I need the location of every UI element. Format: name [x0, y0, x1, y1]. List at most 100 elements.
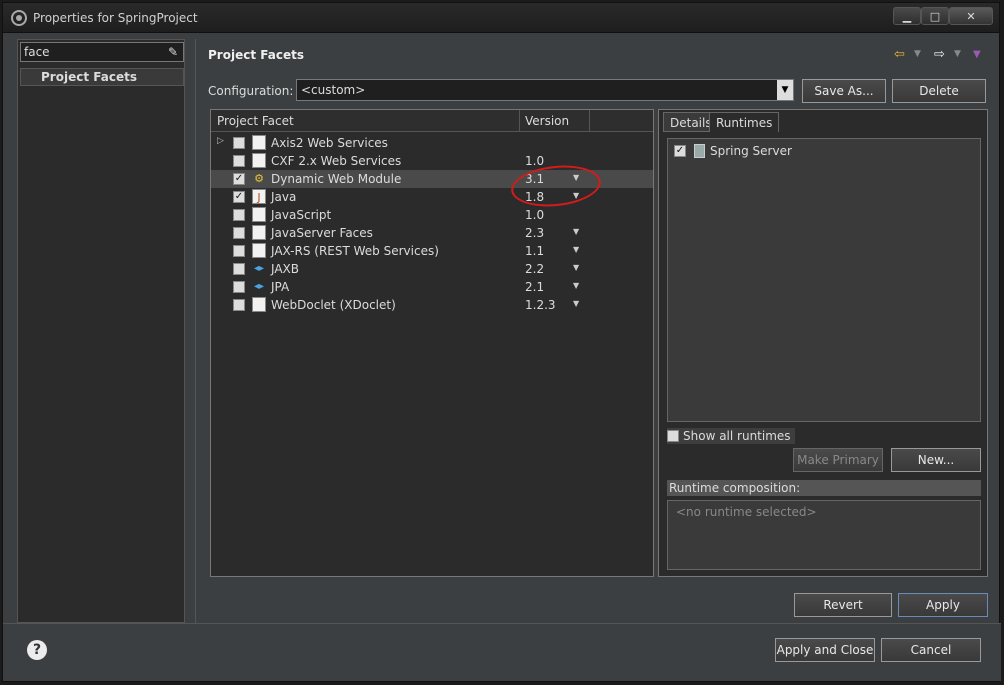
facet-name: JAXB — [271, 262, 299, 276]
show-all-checkbox[interactable] — [667, 430, 679, 442]
table-row[interactable]: CXF 2.x Web Services 1.0 — [211, 152, 653, 170]
back-arrow-icon[interactable]: ⇦ — [894, 47, 905, 62]
filter-value: face — [24, 45, 50, 59]
facet-version: 1.1 — [525, 244, 545, 258]
table-row[interactable]: ◂▸ JAXB 2.2 ▼ — [211, 260, 653, 278]
facet-name: CXF 2.x Web Services — [271, 154, 402, 168]
page-icon — [252, 225, 266, 240]
runtime-composition-label: Runtime composition: — [667, 480, 981, 496]
table-row[interactable]: ▷ Axis2 Web Services — [211, 134, 653, 152]
server-icon — [694, 144, 705, 158]
apply-button[interactable]: Apply — [898, 593, 988, 617]
maximize-button[interactable]: □ — [921, 7, 949, 25]
table-row[interactable]: WebDoclet (XDoclet) 1.2.3 ▼ — [211, 296, 653, 314]
column-header-facet[interactable]: Project Facet — [217, 114, 294, 128]
new-runtime-button[interactable]: New... — [891, 448, 981, 472]
main-panel: Project Facets ⇦ ▼ ⇨ ▼ ▼ Configuration: … — [195, 39, 996, 623]
make-primary-button[interactable]: Make Primary — [793, 448, 883, 472]
page-icon — [252, 207, 266, 222]
facet-checkbox[interactable] — [233, 227, 245, 239]
facet-version: 1.0 — [525, 154, 545, 168]
chevron-down-icon[interactable]: ▼ — [777, 80, 793, 100]
table-row[interactable]: JavaServer Faces 2.3 ▼ — [211, 224, 653, 242]
facet-name: Java — [271, 190, 297, 204]
window-title: Properties for SpringProject — [33, 11, 198, 25]
minimize-button[interactable]: ▁ — [893, 7, 921, 25]
forward-arrow-icon[interactable]: ⇨ — [934, 47, 945, 62]
version-dropdown-icon[interactable]: ▼ — [573, 299, 579, 308]
page-title: Project Facets — [208, 48, 304, 62]
show-all-label: Show all runtimes — [683, 429, 791, 443]
table-header: Project Facet Version — [211, 110, 653, 132]
facet-name: Axis2 Web Services — [271, 136, 388, 150]
facet-checkbox[interactable] — [233, 155, 245, 167]
help-icon[interactable]: ? — [27, 640, 47, 660]
facet-name: JavaScript — [271, 208, 332, 222]
delete-button[interactable]: Delete — [892, 79, 986, 103]
arrows-icon: ◂▸ — [253, 281, 265, 292]
apply-and-close-button[interactable]: Apply and Close — [775, 638, 875, 662]
facet-checkbox[interactable]: ✓ — [233, 191, 245, 203]
runtime-panel: Details Runtimes ✓ Spring Server Show al… — [658, 109, 988, 577]
facet-version: 1.0 — [525, 208, 545, 222]
save-as-button[interactable]: Save As... — [802, 79, 886, 103]
configuration-label: Configuration: — [208, 84, 294, 98]
sidebar-item-project-facets[interactable]: Project Facets — [20, 68, 184, 86]
show-all-runtimes[interactable]: Show all runtimes — [667, 428, 795, 444]
version-dropdown-icon[interactable]: ▼ — [573, 281, 579, 290]
java-icon: J — [252, 189, 266, 204]
runtime-label: Spring Server — [710, 144, 792, 158]
clear-filter-icon[interactable]: ✎ — [165, 44, 181, 60]
expand-icon[interactable]: ▷ — [217, 136, 224, 146]
facet-checkbox[interactable] — [233, 263, 245, 275]
table-row[interactable]: ◂▸ JPA 2.1 ▼ — [211, 278, 653, 296]
version-dropdown-icon[interactable]: ▼ — [573, 263, 579, 272]
page-icon — [252, 297, 266, 312]
page-icon — [252, 135, 266, 150]
facet-checkbox[interactable]: ✓ — [233, 173, 245, 185]
version-dropdown-icon[interactable]: ▼ — [573, 245, 579, 254]
runtime-checkbox[interactable]: ✓ — [674, 145, 686, 157]
section-header: Project Facets ⇦ ▼ ⇨ ▼ ▼ — [196, 39, 996, 71]
facet-checkbox[interactable] — [233, 299, 245, 311]
facet-name: JAX-RS (REST Web Services) — [271, 244, 439, 258]
facet-checkbox[interactable] — [233, 245, 245, 257]
properties-dialog: Properties for SpringProject ▁ □ ✕ face … — [2, 2, 1001, 682]
facet-name: WebDoclet (XDoclet) — [271, 298, 396, 312]
facet-name: Dynamic Web Module — [271, 172, 402, 186]
page-icon — [252, 243, 266, 258]
composition-placeholder: <no runtime selected> — [676, 505, 817, 519]
dialog-button-bar: ? Apply and Close Cancel — [3, 623, 1001, 681]
runtime-list: ✓ Spring Server — [667, 138, 981, 422]
facet-checkbox[interactable] — [233, 281, 245, 293]
column-header-version[interactable]: Version — [525, 114, 569, 128]
configuration-value: <custom> — [301, 83, 366, 97]
title-bar: Properties for SpringProject ▁ □ ✕ — [3, 3, 999, 33]
filter-input[interactable]: face ✎ — [20, 42, 184, 62]
web-module-icon: ⚙ — [254, 172, 264, 185]
tab-runtimes[interactable]: Runtimes — [709, 112, 780, 132]
facet-version: 2.1 — [525, 280, 545, 294]
table-row[interactable]: JAX-RS (REST Web Services) 1.1 ▼ — [211, 242, 653, 260]
back-dropdown-icon[interactable]: ▼ — [914, 49, 921, 59]
facet-version: 2.2 — [525, 262, 545, 276]
facet-version: 2.3 — [525, 226, 545, 240]
sidebar: face ✎ Project Facets — [17, 39, 185, 623]
eclipse-icon — [11, 10, 27, 26]
facet-name: JPA — [271, 280, 290, 294]
configuration-select[interactable]: <custom> ▼ — [296, 79, 794, 101]
version-dropdown-icon[interactable]: ▼ — [573, 227, 579, 236]
facet-checkbox[interactable] — [233, 137, 245, 149]
facet-checkbox[interactable] — [233, 209, 245, 221]
page-icon — [252, 153, 266, 168]
close-button[interactable]: ✕ — [949, 7, 993, 25]
table-row[interactable]: JavaScript 1.0 — [211, 206, 653, 224]
facet-name: JavaServer Faces — [271, 226, 373, 240]
forward-dropdown-icon[interactable]: ▼ — [954, 49, 961, 59]
arrows-icon: ◂▸ — [253, 263, 265, 274]
revert-button[interactable]: Revert — [794, 593, 892, 617]
facet-version: 1.2.3 — [525, 298, 556, 312]
cancel-button[interactable]: Cancel — [881, 638, 981, 662]
view-menu-icon[interactable]: ▼ — [973, 49, 981, 60]
runtime-composition-box: <no runtime selected> — [667, 500, 981, 570]
